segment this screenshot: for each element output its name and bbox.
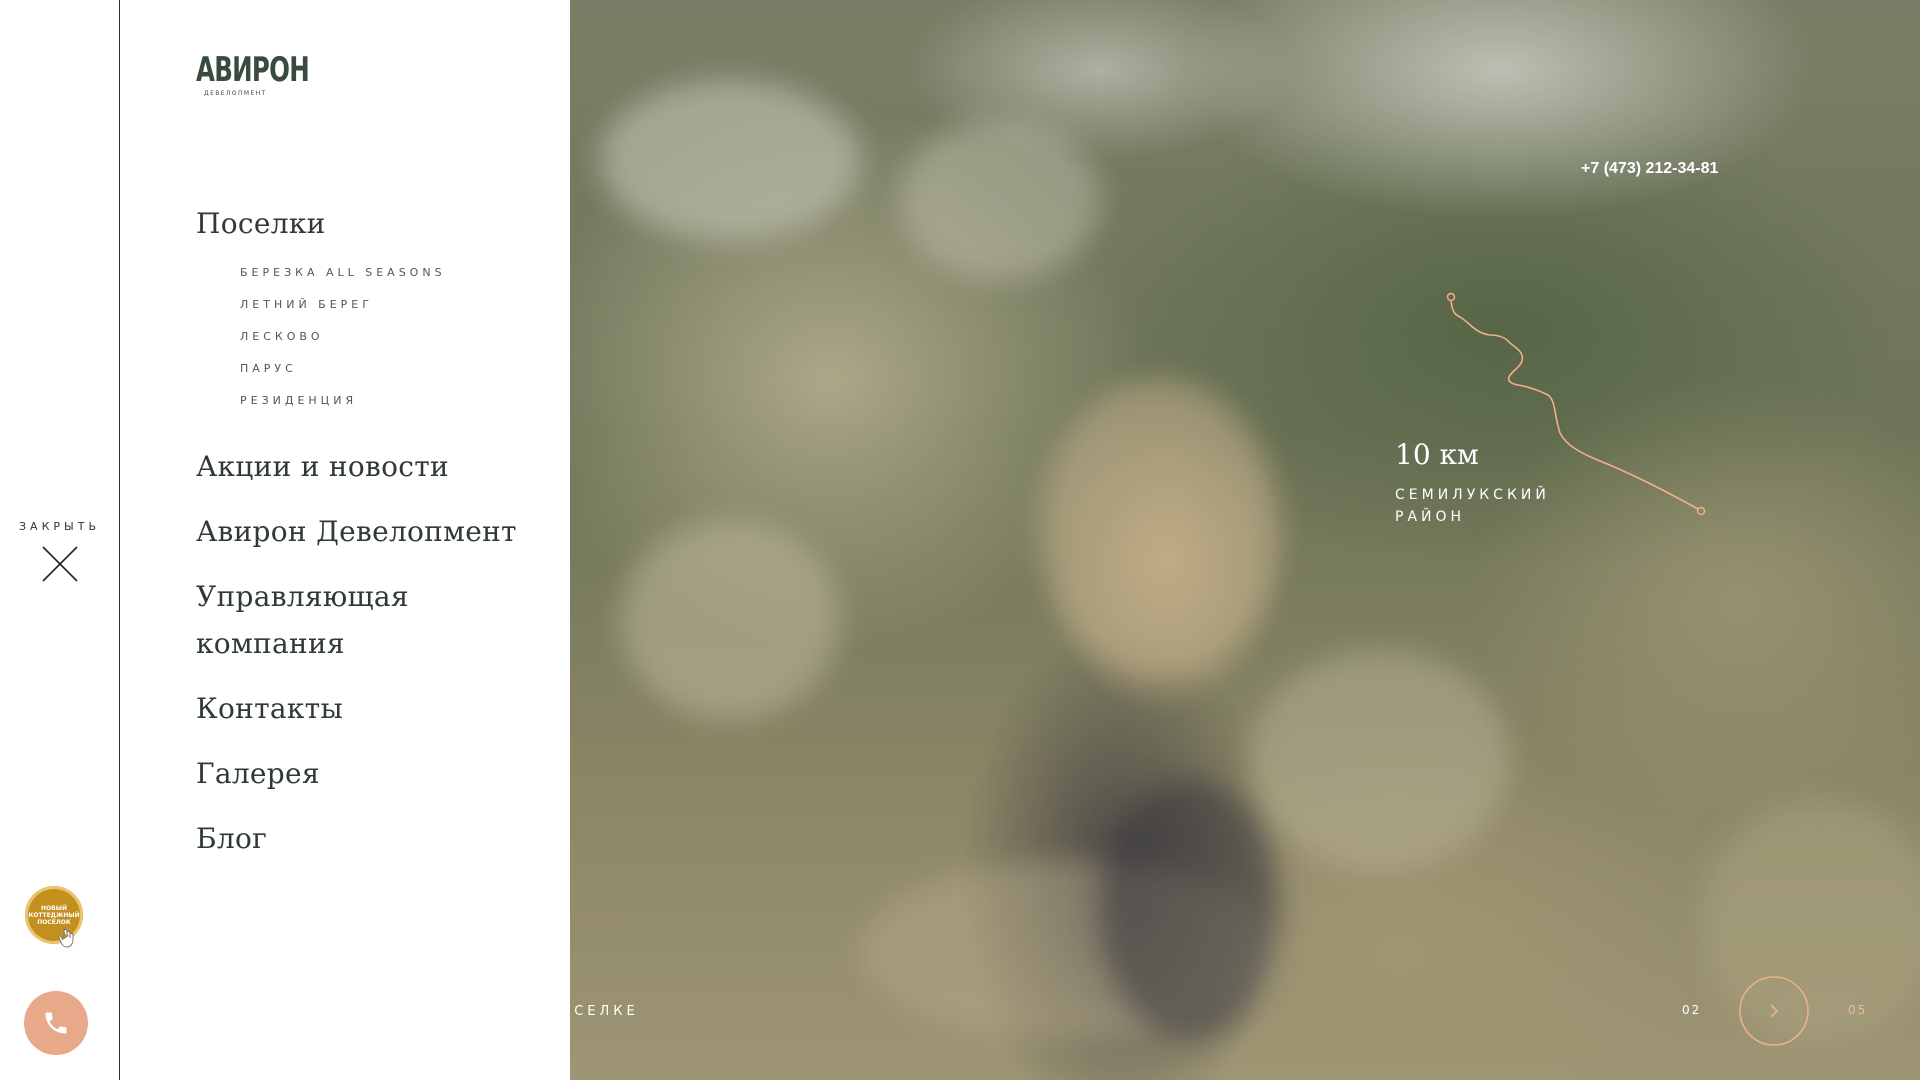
close-icon[interactable]	[41, 545, 79, 583]
submenu-item-residence[interactable]: РЕЗИДЕНЦИЯ	[240, 385, 517, 417]
menu-item-blog[interactable]: Блог	[196, 815, 517, 862]
menu-item-contacts[interactable]: Контакты	[196, 685, 517, 732]
new-settlement-badge[interactable]: новый коттеджный посёлок	[25, 886, 83, 948]
submenu-item-leskovo[interactable]: ЛЕСКОВО	[240, 321, 517, 353]
header-phone-link[interactable]: +7 (473) 212-34-81	[1581, 160, 1718, 178]
submenu-item-letniy-bereg[interactable]: ЛЕТНИЙ БЕРЕГ	[240, 289, 517, 321]
distance-value: 10 км	[1395, 438, 1479, 471]
menu-panel: АВИРОН ДЕВЕЛОПМЕНТ Поселки БЕРЕЗКА ALL S…	[120, 0, 570, 1080]
logo[interactable]: АВИРОН ДЕВЕЛОПМЕНТ	[196, 52, 353, 97]
close-menu-button[interactable]: ЗАКРЫТЬ	[0, 520, 119, 583]
hand-pointer-icon	[58, 928, 74, 948]
call-button[interactable]	[24, 991, 88, 1055]
main-menu: Поселки БЕРЕЗКА ALL SEASONS ЛЕТНИЙ БЕРЕГ…	[196, 200, 517, 862]
logo-main: АВИРОН	[196, 50, 310, 90]
badge-text: новый коттеджный посёлок	[28, 904, 80, 926]
menu-item-management[interactable]: Управляющая компания	[196, 573, 456, 667]
settlements-submenu: БЕРЕЗКА ALL SEASONS ЛЕТНИЙ БЕРЕГ ЛЕСКОВО…	[240, 257, 517, 417]
phone-icon	[45, 1012, 67, 1034]
bottom-caption: ОСЕЛКЕ	[560, 1004, 639, 1019]
logo-sub: ДЕВЕЛОПМЕНТ	[204, 90, 267, 97]
left-rail: ЗАКРЫТЬ новый коттеджный посёлок	[0, 0, 120, 1080]
distance-label: СЕМИЛУКСКИЙ РАЙОН	[1395, 487, 1550, 525]
slide-current: 02	[1682, 1003, 1702, 1017]
submenu-item-parus[interactable]: ПАРУС	[240, 353, 517, 385]
slide-total: 05	[1848, 1003, 1868, 1017]
menu-item-settlements[interactable]: Поселки	[196, 200, 517, 247]
distance-block: 10 км СЕМИЛУКСКИЙ РАЙОН	[1395, 438, 1615, 528]
menu-item-news[interactable]: Акции и новости	[196, 443, 517, 490]
menu-item-aviron[interactable]: Авирон Девелопмент	[196, 508, 517, 555]
chevron-right-icon[interactable]	[1739, 976, 1809, 1046]
close-label: ЗАКРЫТЬ	[19, 520, 100, 533]
menu-item-gallery[interactable]: Галерея	[196, 750, 517, 797]
submenu-item-berezka[interactable]: БЕРЕЗКА ALL SEASONS	[240, 257, 517, 289]
